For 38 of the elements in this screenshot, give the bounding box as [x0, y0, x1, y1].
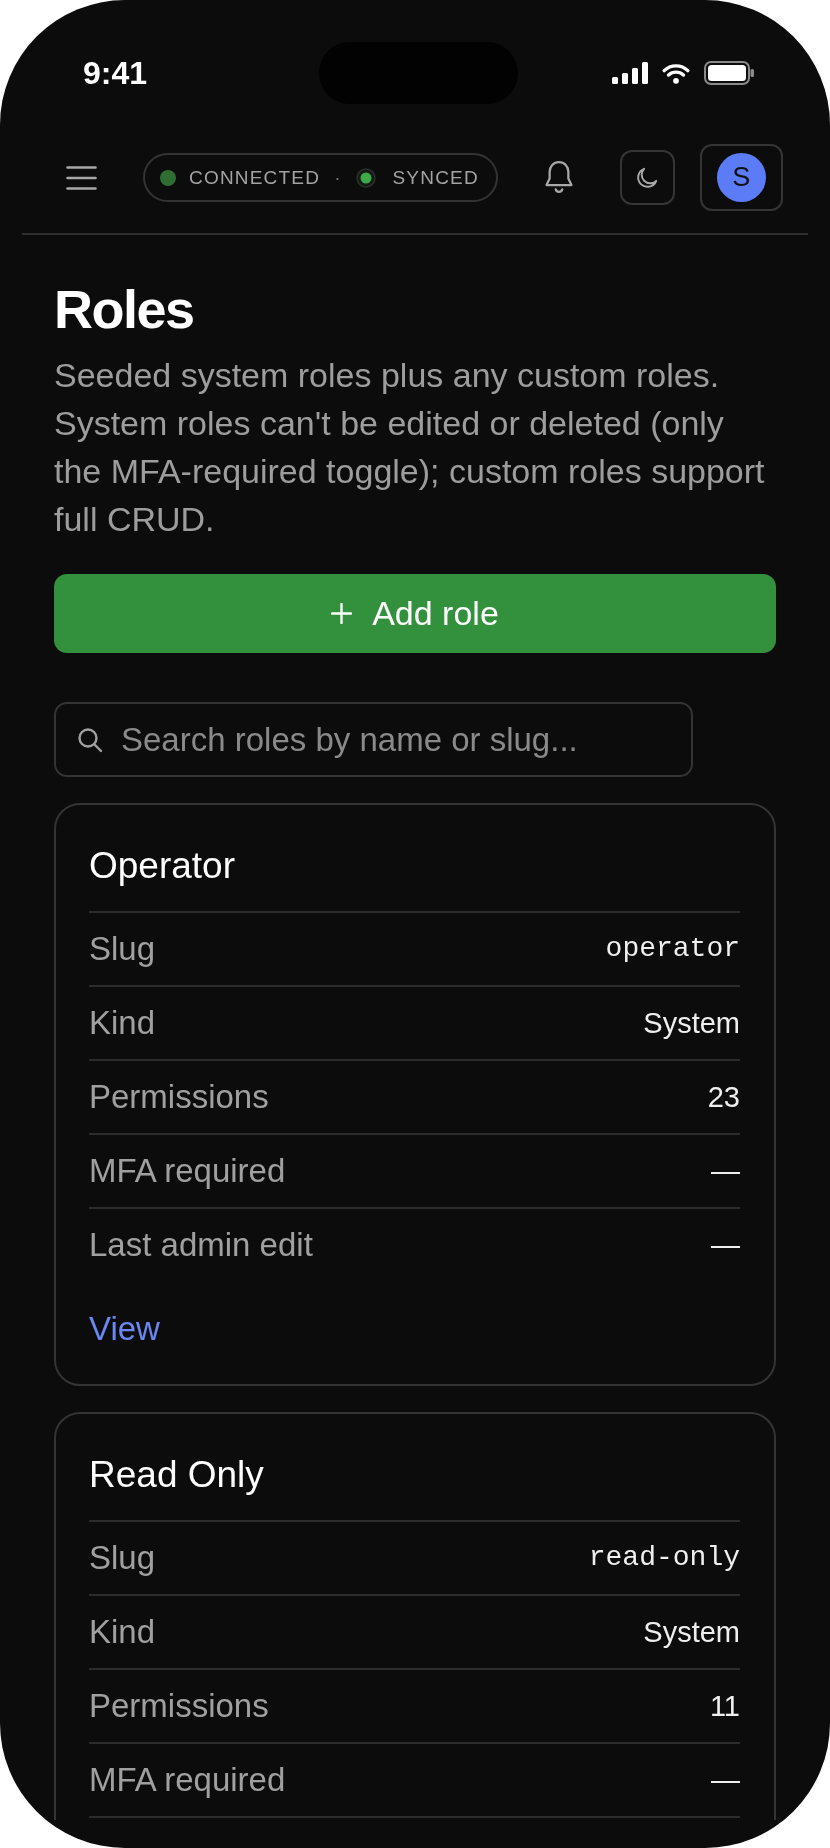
field-label: Last admin edit [89, 1225, 313, 1265]
role-title: Read Only [89, 1453, 265, 1497]
status-label: SYNCED [392, 165, 479, 190]
role-title: Operator [89, 844, 236, 888]
status-time: 9:41 [83, 55, 148, 91]
plus-icon [331, 603, 353, 624]
search-icon [77, 727, 103, 753]
field-value: operator [605, 932, 740, 966]
field-label: Slug [89, 929, 156, 969]
field-value: — [711, 1763, 740, 1798]
search-field[interactable]: Search roles by name or slug... [54, 702, 693, 777]
profile-button[interactable]: S [699, 144, 783, 211]
field-label: MFA required [89, 1760, 286, 1800]
field-value: — [711, 1154, 740, 1189]
signal-icon [612, 62, 648, 84]
theme-toggle-button[interactable] [619, 150, 675, 205]
field-label: Kind [89, 1612, 156, 1652]
view-link[interactable]: View [89, 1309, 160, 1349]
wifi-icon [662, 62, 690, 84]
page-title: Roles [54, 279, 195, 339]
field-value: 23 [707, 1080, 740, 1115]
field-label: Permissions [89, 1686, 269, 1726]
field-value: — [711, 1228, 740, 1263]
status-label: CONNECTED [189, 165, 321, 190]
field-label: Permissions [89, 1077, 269, 1117]
field-label: MFA required [89, 1151, 286, 1191]
field-value: 11 [709, 1689, 740, 1724]
field-label: Kind [89, 1003, 156, 1043]
field-value: read-only [588, 1541, 740, 1575]
avatar: S [716, 153, 766, 202]
battery-icon [704, 61, 754, 85]
field-label: Slug [89, 1538, 156, 1578]
add-role-button[interactable]: Add role [54, 574, 776, 653]
page-description: Seeded system roles plus any custom roles. System roles can't be edited or deleted (only the MFA-required toggle); custom roles support full CRUD. [54, 355, 766, 540]
field-value: System [643, 1615, 740, 1650]
separator-text: · [334, 165, 341, 190]
field-value: System [643, 1006, 740, 1041]
menu-icon[interactable] [66, 164, 97, 191]
